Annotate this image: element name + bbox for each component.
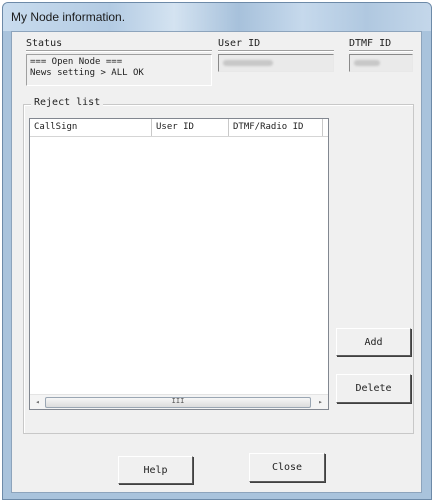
column-callsign[interactable]: CallSign xyxy=(30,119,152,136)
column-user-id[interactable]: User ID xyxy=(152,119,229,136)
redacted-value xyxy=(354,60,380,66)
dtmf-id-divider xyxy=(349,50,413,52)
status-display: === Open Node === News setting > ALL OK xyxy=(26,54,212,86)
user-id-divider xyxy=(218,50,334,52)
status-line-1: === Open Node === xyxy=(30,57,123,67)
scroll-thumb[interactable]: III xyxy=(45,397,311,408)
scroll-grip-icon: III xyxy=(171,397,185,405)
dtmf-id-label: DTMF ID xyxy=(349,38,392,49)
status-divider xyxy=(26,50,212,52)
reject-list-label: Reject list xyxy=(31,97,104,108)
help-button[interactable]: Help xyxy=(118,456,193,484)
user-id-label: User ID xyxy=(218,38,261,49)
dialog-body: Status === Open Node === News setting > … xyxy=(11,31,422,493)
column-dtmf-radio-id[interactable]: DTMF/Radio ID xyxy=(229,119,323,136)
scroll-right-icon[interactable]: ▸ xyxy=(313,395,328,409)
scroll-left-icon[interactable]: ◂ xyxy=(30,395,45,409)
reject-list-table[interactable]: CallSign User ID DTMF/Radio ID ◂ III ▸ xyxy=(29,118,329,410)
add-button[interactable]: Add xyxy=(336,328,411,356)
delete-button[interactable]: Delete xyxy=(336,374,411,403)
table-header: CallSign User ID DTMF/Radio ID xyxy=(30,119,328,137)
status-label: Status xyxy=(26,38,63,49)
dtmf-id-field[interactable] xyxy=(349,54,413,72)
node-info-window: My Node information. Status === Open Nod… xyxy=(2,2,432,500)
user-id-field[interactable] xyxy=(218,54,334,72)
status-line-2: News setting > ALL OK xyxy=(30,68,144,78)
close-button[interactable]: Close xyxy=(249,453,325,482)
horizontal-scrollbar[interactable]: ◂ III ▸ xyxy=(30,394,328,409)
title-bar[interactable]: My Node information. xyxy=(3,3,431,31)
redacted-value xyxy=(223,60,273,66)
window-title: My Node information. xyxy=(11,10,126,24)
